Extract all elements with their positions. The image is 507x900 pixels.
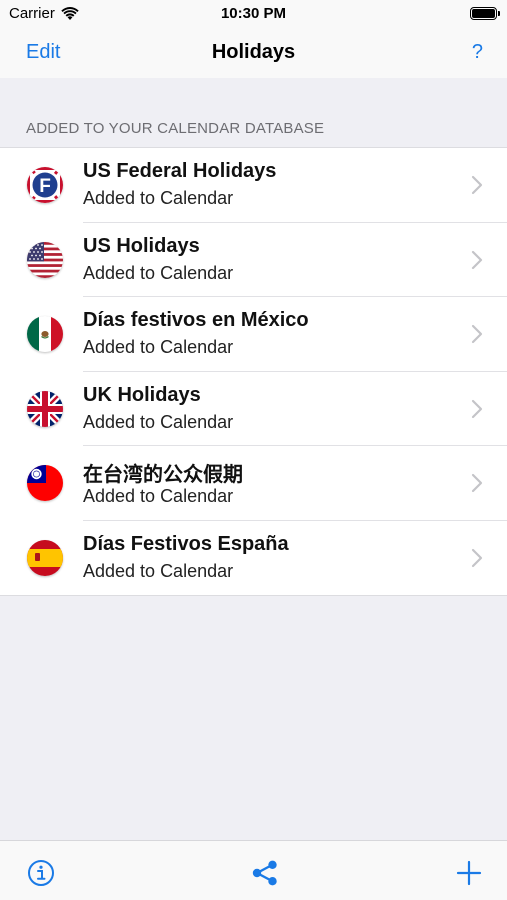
status-bar: Carrier 10:30 PM	[0, 0, 507, 28]
item-subtitle: Added to Calendar	[83, 262, 234, 283]
item-title: UK Holidays	[83, 383, 201, 406]
navigation-bar: Edit Holidays ?	[0, 28, 507, 78]
item-subtitle: Added to Calendar	[83, 411, 234, 432]
item-subtitle: Added to Calendar	[83, 560, 234, 581]
spain-flag-icon	[27, 539, 63, 576]
us-federal-flag-icon: F	[27, 167, 63, 203]
item-title: 在台湾的公众假期	[83, 464, 243, 486]
chevron-right-icon	[471, 473, 483, 493]
add-button[interactable]	[455, 859, 483, 887]
list-item-mexico-holidays[interactable]: Días festivos en México Added to Calenda…	[0, 297, 507, 372]
list-item-uk-holidays[interactable]: UK Holidays Added to Calendar	[0, 372, 507, 446]
list-item-taiwan-holidays[interactable]: 在台湾的公众假期 Added to Calendar	[0, 446, 507, 521]
chevron-right-icon	[471, 548, 483, 567]
chevron-right-icon	[471, 399, 483, 418]
plus-icon	[456, 860, 482, 886]
item-title: Días Festivos España	[83, 532, 289, 555]
status-time: 10:30 PM	[220, 5, 287, 22]
section-header: ADDED TO YOUR CALENDAR DATABASE	[26, 120, 325, 137]
holiday-list: F US Federal Holidays Added to Calendar	[0, 147, 507, 596]
item-subtitle: Added to Calendar	[83, 337, 234, 357]
svg-text:F: F	[39, 176, 51, 197]
battery-icon	[470, 7, 500, 20]
chevron-right-icon	[471, 324, 483, 344]
item-title: US Federal Holidays	[83, 160, 277, 182]
item-title: US Holidays	[83, 234, 200, 257]
mexico-flag-icon	[27, 316, 63, 352]
taiwan-flag-icon	[27, 465, 63, 501]
item-subtitle: Added to Calendar	[83, 188, 234, 208]
chevron-right-icon	[471, 250, 483, 269]
item-title: Días festivos en México	[83, 309, 309, 331]
info-icon	[28, 860, 54, 886]
share-button[interactable]	[251, 859, 279, 887]
chevron-right-icon	[471, 175, 483, 195]
info-button[interactable]	[27, 859, 55, 887]
page-title: Holidays	[211, 41, 296, 63]
list-item-us-holidays[interactable]: US Holidays Added to Calendar	[0, 223, 507, 297]
uk-flag-icon	[27, 390, 63, 427]
item-subtitle: Added to Calendar	[83, 486, 234, 506]
share-icon	[252, 860, 277, 886]
list-item-us-federal-holidays[interactable]: F US Federal Holidays Added to Calendar	[0, 148, 507, 223]
bottom-toolbar	[0, 840, 507, 900]
list-item-spain-holidays[interactable]: Días Festivos España Added to Calendar	[0, 521, 507, 596]
us-flag-icon	[27, 241, 63, 278]
help-button[interactable]: ?	[472, 41, 483, 64]
